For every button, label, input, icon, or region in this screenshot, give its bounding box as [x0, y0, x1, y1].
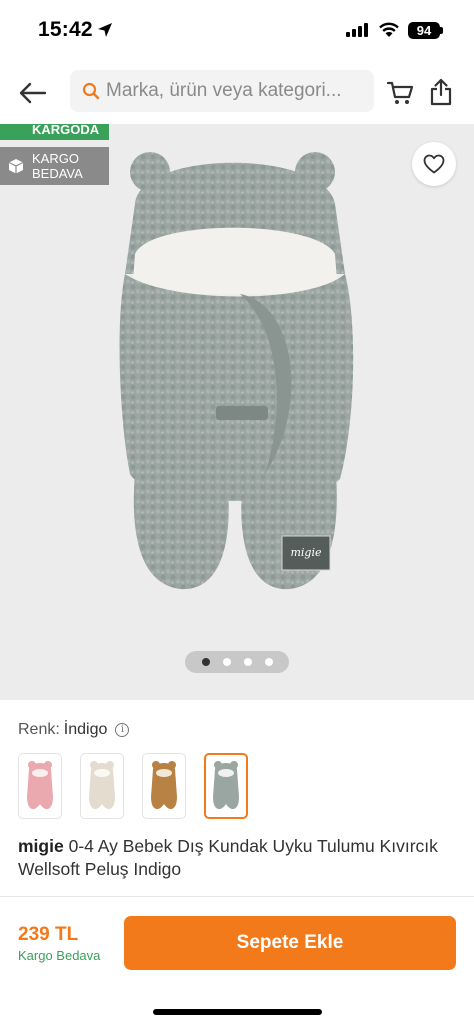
color-label: Renk:	[18, 721, 60, 738]
search-icon	[82, 82, 100, 100]
price: 239 TL	[18, 924, 79, 945]
info-icon[interactable]: i	[115, 723, 130, 737]
back-arrow-icon	[19, 82, 47, 104]
image-pager[interactable]	[185, 651, 289, 673]
swatch-indigo[interactable]	[204, 753, 248, 819]
badge-line-1: KARGO	[32, 151, 79, 166]
swatch-pink[interactable]	[18, 753, 62, 819]
pager-dot[interactable]	[264, 658, 273, 666]
sleep-sack-thumb-brown	[151, 761, 177, 810]
status-bar: 15:42 94	[0, 0, 474, 62]
sleep-sack-thumb-pink	[27, 761, 53, 810]
sleep-sack-thumb-cream	[89, 761, 115, 810]
share-icon	[430, 78, 452, 106]
product-image-gallery[interactable]: KARGODA KARGO BEDAVA migie	[0, 124, 474, 700]
kargoda-badge: KARGODA	[0, 124, 109, 140]
back-button[interactable]	[16, 78, 50, 108]
cellular-signal-icon	[346, 23, 368, 37]
swatch-brown[interactable]	[142, 753, 186, 819]
svg-text:migie: migie	[290, 546, 322, 559]
heart-icon	[423, 154, 445, 174]
color-selected-value: İndigo	[63, 721, 108, 738]
pager-dot[interactable]	[222, 658, 231, 666]
product-title: migie 0-4 Ay Bebek Dış Kundak Uyku Tulum…	[18, 835, 458, 881]
swatch-cream[interactable]	[80, 753, 124, 819]
divider	[0, 896, 474, 897]
badge-line-2: BEDAVA	[32, 166, 83, 181]
favorite-button[interactable]	[412, 142, 456, 186]
wifi-icon	[379, 22, 399, 37]
share-button[interactable]	[426, 75, 456, 109]
search-placeholder: Marka, ürün veya kategori...	[106, 80, 342, 101]
status-time: 15:42	[38, 18, 93, 41]
battery-cap	[440, 27, 443, 34]
shipping-info: Kargo Bedava	[18, 948, 101, 963]
sleep-sack-thumb-indigo	[213, 761, 239, 810]
search-input[interactable]: Marka, ürün veya kategori...	[70, 70, 374, 112]
pager-dot[interactable]	[243, 658, 252, 666]
cart-icon	[386, 81, 414, 104]
location-arrow-icon	[98, 23, 112, 37]
color-swatches	[18, 753, 248, 819]
add-to-cart-button[interactable]: Sepete Ekle	[124, 916, 456, 970]
kargo-bedava-badge: KARGO BEDAVA	[0, 147, 109, 185]
color-label-row: Renk: İndigo i	[18, 721, 130, 739]
product-brand[interactable]: migie	[18, 836, 64, 856]
package-icon	[8, 159, 24, 174]
battery-level: 94	[408, 22, 440, 39]
product-photo-sleep-sack: migie	[119, 152, 354, 590]
product-name: 0-4 Ay Bebek Dış Kundak Uyku Tulumu Kıvı…	[18, 836, 438, 879]
cart-button[interactable]	[384, 77, 416, 109]
home-indicator[interactable]	[153, 1009, 322, 1015]
pager-dot[interactable]	[201, 658, 210, 666]
top-nav: Marka, ürün veya kategori...	[0, 62, 474, 124]
